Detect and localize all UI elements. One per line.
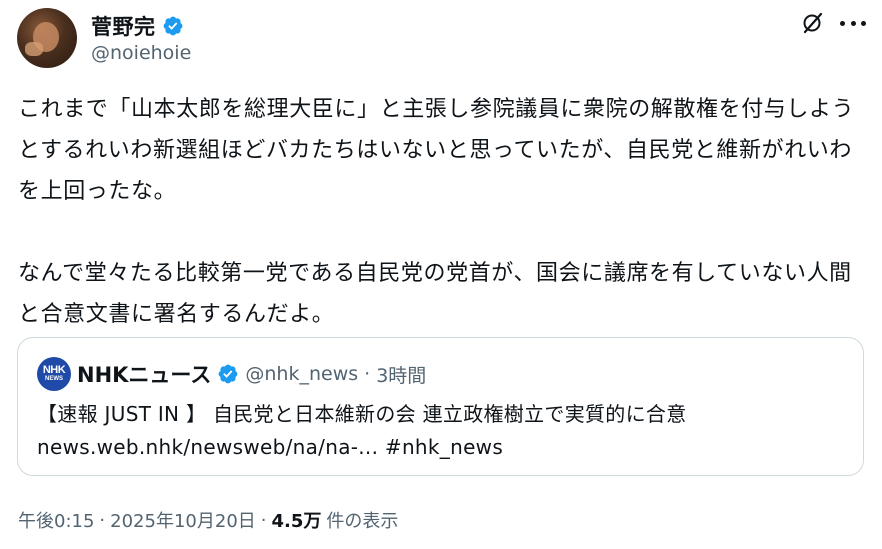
tweet-meta: 午後0:15 · 2025年10月20日 · 4.5万 件の表示 — [18, 507, 398, 533]
more-options-icon[interactable] — [840, 11, 866, 35]
views-count: 4.5万 — [271, 511, 322, 532]
author-name-row: 菅野完 — [91, 11, 184, 41]
quoted-link: news.web.nhk/newsweb/na/na-... #nhk_news — [37, 435, 504, 459]
quoted-timestamp: 3時間 — [376, 364, 427, 387]
quoted-headline: 【速報 JUST IN 】 自民党と日本維新の会 連立政権樹立で実質的に合意 — [37, 402, 687, 426]
avatar[interactable] — [17, 8, 77, 68]
author-handle[interactable]: @noiehoie — [91, 42, 191, 64]
quoted-tweet-header: NHK NEWS NHKニュース @nhk_news · 3時間 — [37, 357, 426, 391]
meta-separator: · — [99, 509, 106, 531]
views-label: 件の表示 — [326, 511, 399, 532]
meta-separator: · — [260, 509, 267, 531]
nhk-logo-icon[interactable]: NHK NEWS — [37, 357, 71, 391]
dot — [850, 20, 856, 26]
quoted-tweet-card[interactable]: NHK NEWS NHKニュース @nhk_news · 3時間 【速報 JUS… — [17, 337, 864, 476]
quoted-display-name: NHKニュース — [77, 363, 212, 387]
tweet-text: これまで「山本太郎を総理大臣に」と主張し参院議員に衆院の解散権を付与しようとする… — [18, 97, 855, 327]
tweet-date[interactable]: 2025年10月20日 — [110, 507, 256, 533]
avatar-hand — [25, 42, 43, 56]
dot — [861, 20, 866, 26]
quoted-verified-badge-icon — [218, 364, 238, 384]
verified-badge-icon — [163, 16, 182, 36]
author-display-name[interactable]: 菅野完 — [91, 11, 156, 41]
nhk-logo-text: NHK — [42, 364, 66, 376]
quoted-tweet-body: 【速報 JUST IN 】 自民党と日本維新の会 連立政権樹立で実質的に合意 n… — [37, 398, 847, 464]
quoted-separator: · — [364, 363, 371, 385]
nhk-logo-subtext: NEWS — [45, 376, 63, 382]
grok-icon[interactable] — [801, 11, 825, 35]
tweet-time[interactable]: 午後0:15 — [18, 507, 94, 533]
dot — [840, 20, 845, 26]
quoted-handle: @nhk_news — [245, 363, 359, 385]
